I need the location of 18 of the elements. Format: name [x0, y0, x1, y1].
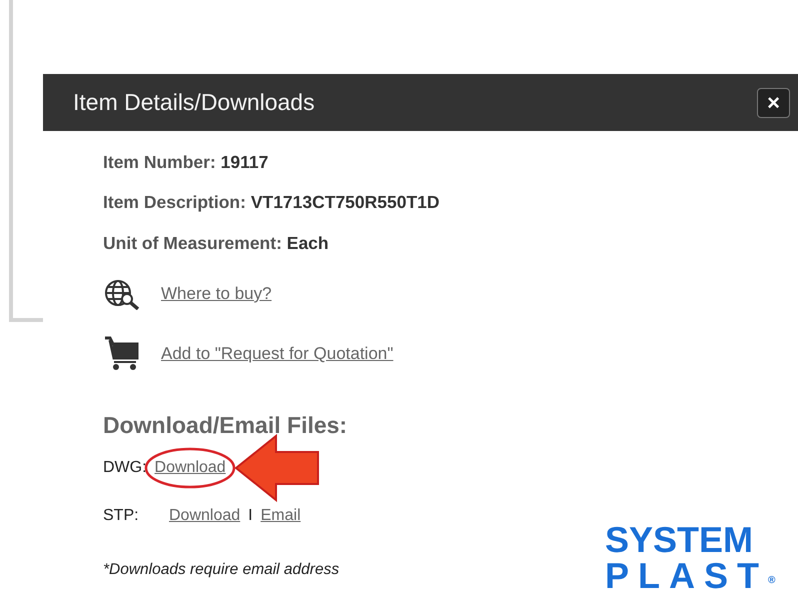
cart-icon — [103, 336, 141, 372]
file-type-label: STP: — [103, 506, 140, 526]
globe-search-icon — [103, 278, 141, 310]
separator: I — [248, 506, 253, 526]
detail-line: Item Number: 19117 — [103, 151, 270, 174]
footnote: *Downloads require email address — [103, 560, 340, 580]
detail-line: Unit of Measurement: Each — [103, 232, 330, 254]
detail-line: Item Description: VT1713CT750R550T1D — [103, 191, 441, 214]
dialog-title: Item Details/Downloads — [73, 88, 315, 118]
link[interactable]: Add to "Request for Quotation" — [161, 341, 394, 366]
file-type-label: DWG: — [103, 458, 147, 478]
section-heading: Download/Email Files: — [103, 410, 348, 440]
link[interactable]: Where to buy? — [161, 281, 272, 306]
link[interactable]: Email — [260, 504, 301, 528]
link[interactable]: Download — [169, 504, 240, 528]
link[interactable]: Download — [154, 456, 226, 480]
close-button[interactable]: × — [757, 88, 790, 118]
logo: SYSTEM PLAST$^{®}$ — [605, 522, 776, 594]
